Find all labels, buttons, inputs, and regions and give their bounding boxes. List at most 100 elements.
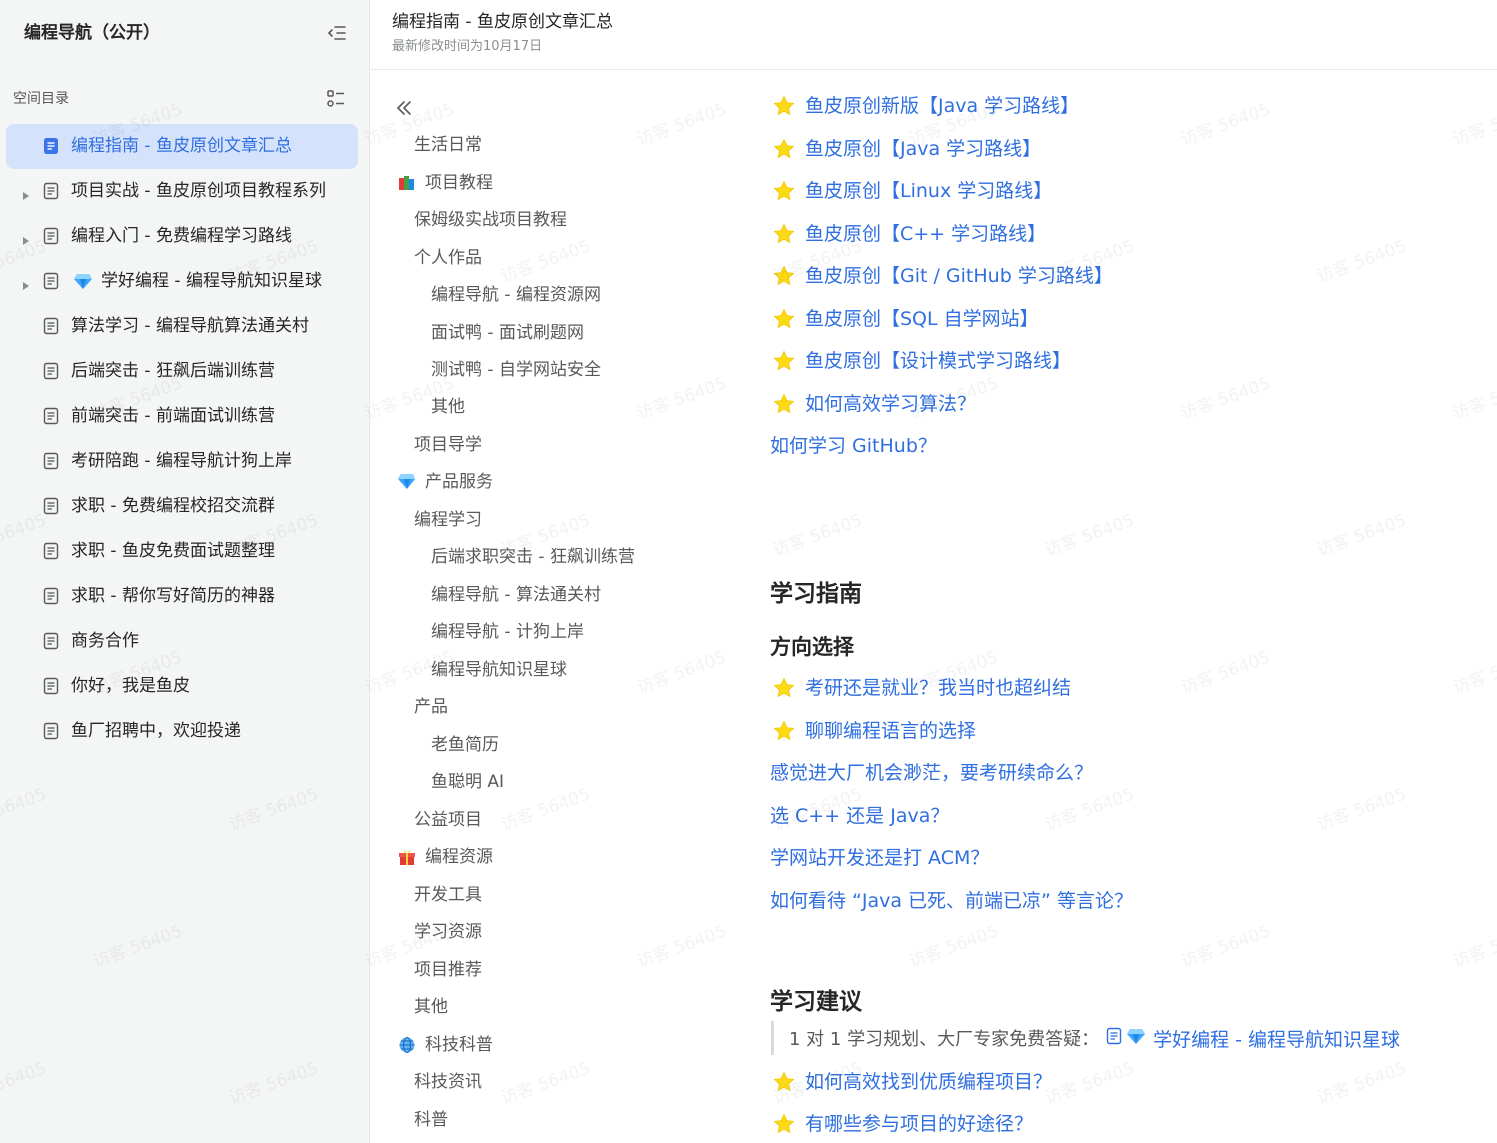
toc-item[interactable]: 开发工具 bbox=[414, 883, 482, 907]
last-modified: 最新修改时间为10月17日 bbox=[392, 39, 543, 54]
toc-item[interactable]: 产品服务 bbox=[425, 470, 493, 494]
doc-header: 编程指南 - 鱼皮原创文章汇总 最新修改时间为10月17日 bbox=[371, 0, 1497, 70]
quote-block: 1 对 1 学习规划、大厂专家免费答疑： 学好编程 - 编程导航知识星球 bbox=[771, 1021, 1400, 1055]
sidebar-doc-label: 前端突击 - 前端面试训练营 bbox=[71, 406, 275, 426]
toc-item[interactable]: 鱼聪明 AI bbox=[431, 770, 504, 794]
sidebar-doc-label: 鱼厂招聘中，欢迎投递 bbox=[71, 721, 241, 741]
doc-link[interactable]: 如何看待 “Java 已死、前端已凉” 等言论？ bbox=[770, 888, 1133, 914]
toc-item[interactable]: 公益项目 bbox=[414, 808, 482, 832]
sidebar-doc-label: 求职 - 帮你写好简历的神器 bbox=[71, 586, 275, 606]
expand-caret-icon[interactable] bbox=[22, 231, 30, 245]
sidebar-doc-item[interactable]: 商务合作 bbox=[6, 619, 358, 664]
expand-caret-icon[interactable] bbox=[22, 276, 30, 290]
gem-icon bbox=[1127, 1028, 1146, 1048]
star-icon bbox=[773, 223, 795, 245]
toc-item[interactable]: 项目推荐 bbox=[414, 958, 482, 982]
quote-text: 1 对 1 学习规划、大厂专家免费答疑： bbox=[789, 1029, 1100, 1050]
sidebar-doc-label: 考研陪跑 - 编程导航计狗上岸 bbox=[71, 451, 292, 471]
toc-item[interactable]: 面试鸭 - 面试刷题网 bbox=[431, 321, 584, 345]
sidebar-doc-label: 编程入门 - 免费编程学习路线 bbox=[71, 226, 292, 246]
toc-item[interactable]: 编程导航 - 算法通关村 bbox=[431, 583, 601, 607]
space-title: 编程导航（公开） bbox=[24, 23, 160, 43]
gem-icon bbox=[398, 473, 416, 491]
doc-link[interactable]: 鱼皮原创【SQL 自学网站】 bbox=[805, 306, 1039, 332]
gem-icon bbox=[74, 273, 92, 289]
toc-item[interactable]: 科技科普 bbox=[425, 1033, 493, 1057]
sidebar-doc-label: 你好，我是鱼皮 bbox=[71, 676, 190, 696]
doc-link[interactable]: 鱼皮原创【Linux 学习路线】 bbox=[805, 178, 1052, 204]
sidebar-doc-label: 项目实战 - 鱼皮原创项目教程系列 bbox=[71, 181, 326, 201]
doc-title: 编程指南 - 鱼皮原创文章汇总 bbox=[392, 12, 613, 32]
star-icon bbox=[773, 720, 795, 742]
doc-link[interactable]: 鱼皮原创新版【Java 学习路线】 bbox=[805, 93, 1079, 119]
list-settings-icon[interactable] bbox=[325, 88, 347, 110]
sidebar-doc-item[interactable]: 编程指南 - 鱼皮原创文章汇总 bbox=[6, 124, 358, 169]
toc-item[interactable]: 个人作品 bbox=[414, 246, 482, 270]
table-of-contents: 生活日常项目教程保姆级实战项目教程 个人作品编程导航 - 编程资源网 面试鸭 - 面… bbox=[371, 71, 741, 1143]
quote-doc-link[interactable]: 学好编程 - 编程导航知识星球 bbox=[1153, 1025, 1400, 1052]
toc-item[interactable]: 学习资源 bbox=[414, 920, 482, 944]
toc-item[interactable]: 编程导航知识星球 bbox=[431, 658, 567, 682]
doc-link[interactable]: 鱼皮原创【设计模式学习路线】 bbox=[805, 348, 1071, 374]
sidebar-doc-label: 编程指南 - 鱼皮原创文章汇总 bbox=[71, 136, 292, 156]
toc-item[interactable]: 其他 bbox=[414, 995, 448, 1019]
document-icon bbox=[42, 136, 60, 156]
toc-item[interactable]: 后端求职突击 - 狂飙训练营 bbox=[431, 545, 635, 569]
toc-item[interactable]: 其他 bbox=[431, 395, 465, 419]
document-icon bbox=[42, 676, 60, 696]
toc-item[interactable]: 科技资讯 bbox=[414, 1070, 482, 1094]
toc-item[interactable]: 测试鸭 - 自学网站安全 bbox=[431, 358, 601, 382]
toc-item[interactable]: 项目导学 bbox=[414, 433, 482, 457]
sidebar-doc-item[interactable]: 鱼厂招聘中，欢迎投递 bbox=[6, 709, 358, 754]
toc-item[interactable]: 编程学习 bbox=[414, 508, 482, 532]
star-icon bbox=[773, 95, 795, 117]
doc-link[interactable]: 如何高效找到优质编程项目？ bbox=[805, 1069, 1052, 1095]
sidebar-doc-item[interactable]: 求职 - 免费编程校招交流群 bbox=[6, 484, 358, 529]
document-icon bbox=[42, 181, 60, 201]
sidebar-header: 编程导航（公开） bbox=[24, 20, 354, 46]
doc-link[interactable]: 感觉进大厂机会渺茫，要考研续命么？ bbox=[770, 760, 1093, 786]
sidebar-doc-item[interactable]: 算法学习 - 编程导航算法通关村 bbox=[6, 304, 358, 349]
document-icon bbox=[42, 541, 60, 561]
sidebar-doc-item[interactable]: 前端突击 - 前端面试训练营 bbox=[6, 394, 358, 439]
doc-link[interactable]: 聊聊编程语言的选择 bbox=[805, 718, 976, 744]
collapse-toc-icon[interactable] bbox=[393, 97, 415, 119]
sidebar-doc-item[interactable]: 后端突击 - 狂飙后端训练营 bbox=[6, 349, 358, 394]
doc-link[interactable]: 如何学习 GitHub？ bbox=[770, 433, 937, 459]
toc-item[interactable]: 项目教程 bbox=[425, 171, 493, 195]
toc-item[interactable]: 科普 bbox=[414, 1108, 448, 1132]
toc-item[interactable]: 产品 bbox=[414, 695, 448, 719]
toc-item[interactable]: 生活日常 bbox=[414, 133, 482, 157]
doc-link[interactable]: 鱼皮原创【Git / GitHub 学习路线】 bbox=[805, 263, 1113, 289]
doc-link[interactable]: 选 C++ 还是 Java？ bbox=[770, 803, 949, 829]
sidebar-doc-item[interactable]: 求职 - 帮你写好简历的神器 bbox=[6, 574, 358, 619]
document-icon bbox=[42, 721, 60, 741]
doc-link[interactable]: 鱼皮原创【C++ 学习路线】 bbox=[805, 221, 1046, 247]
sidebar-doc-item[interactable]: 你好，我是鱼皮 bbox=[6, 664, 358, 709]
star-icon bbox=[773, 308, 795, 330]
expand-caret-icon[interactable] bbox=[22, 186, 30, 200]
sidebar-doc-label: 求职 - 免费编程校招交流群 bbox=[71, 496, 275, 516]
collapse-sidebar-icon[interactable] bbox=[326, 22, 348, 44]
toc-item[interactable]: 编程资源 bbox=[425, 845, 493, 869]
toc-item[interactable]: 保姆级实战项目教程 bbox=[414, 208, 567, 232]
catalog-label: 空间目录 bbox=[13, 91, 69, 107]
toc-item[interactable]: 老鱼简历 bbox=[431, 733, 499, 757]
sidebar-doc-item[interactable]: 考研陪跑 - 编程导航计狗上岸 bbox=[6, 439, 358, 484]
doc-link[interactable]: 考研还是就业？我当时也超纠结 bbox=[805, 675, 1071, 701]
document-icon bbox=[42, 226, 60, 246]
doc-link[interactable]: 学网站开发还是打 ACM？ bbox=[770, 845, 989, 871]
doc-link[interactable]: 有哪些参与项目的好途径？ bbox=[805, 1111, 1033, 1137]
sidebar-doc-item[interactable]: 项目实战 - 鱼皮原创项目教程系列 bbox=[6, 169, 358, 214]
toc-item[interactable]: 编程导航 - 计狗上岸 bbox=[431, 620, 584, 644]
sidebar-doc-item[interactable]: 编程入门 - 免费编程学习路线 bbox=[6, 214, 358, 259]
sidebar-doc-label: 后端突击 - 狂飙后端训练营 bbox=[71, 361, 275, 381]
document-icon bbox=[42, 496, 60, 516]
sidebar-doc-item[interactable]: 学好编程 - 编程导航知识星球 bbox=[6, 259, 358, 304]
toc-item[interactable]: 编程导航 - 编程资源网 bbox=[431, 283, 601, 307]
sidebar-doc-item[interactable]: 求职 - 鱼皮免费面试题整理 bbox=[6, 529, 358, 574]
gift-icon bbox=[398, 848, 416, 866]
doc-link[interactable]: 如何高效学习算法？ bbox=[805, 391, 976, 417]
document-icon bbox=[42, 316, 60, 336]
doc-link[interactable]: 鱼皮原创【Java 学习路线】 bbox=[805, 136, 1041, 162]
